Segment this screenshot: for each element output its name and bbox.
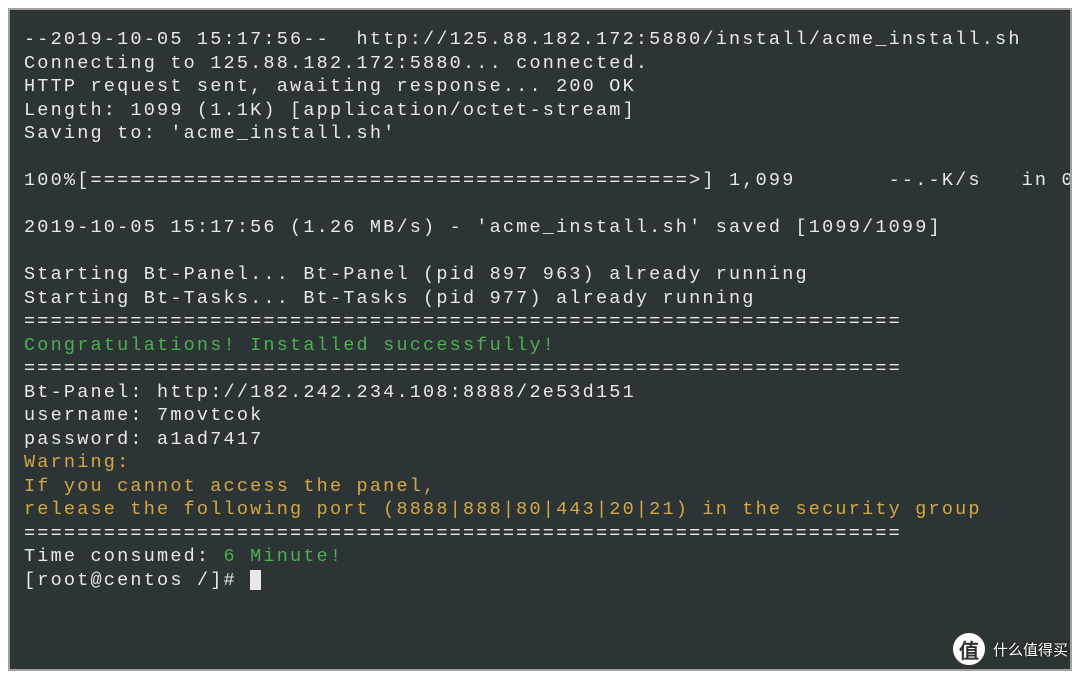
terminal-output: --2019-10-05 15:17:56-- http://125.88.18…	[24, 28, 1056, 545]
time-consumed-line: Time consumed: 6 Minute!	[24, 545, 1056, 569]
terminal-window[interactable]: --2019-10-05 15:17:56-- http://125.88.18…	[8, 8, 1072, 671]
terminal-line: HTTP request sent, awaiting response... …	[24, 75, 1056, 99]
terminal-line: Bt-Panel: http://182.242.234.108:8888/2e…	[24, 381, 1056, 405]
terminal-line: Starting Bt-Panel... Bt-Panel (pid 897 9…	[24, 263, 1056, 287]
terminal-line: ========================================…	[24, 357, 1056, 381]
terminal-line	[24, 193, 1056, 217]
terminal-line	[24, 146, 1056, 170]
terminal-line: ========================================…	[24, 522, 1056, 546]
time-consumed-label: Time consumed:	[24, 546, 224, 567]
shell-prompt[interactable]: [root@centos /]#	[24, 569, 1056, 593]
terminal-line: Length: 1099 (1.1K) [application/octet-s…	[24, 99, 1056, 123]
terminal-line: 100%[===================================…	[24, 169, 1056, 193]
terminal-line: If you cannot access the panel,	[24, 475, 1056, 499]
terminal-line	[24, 240, 1056, 264]
watermark: 值 什么值得买	[951, 631, 1068, 667]
terminal-line: Starting Bt-Tasks... Bt-Tasks (pid 977) …	[24, 287, 1056, 311]
watermark-text: 什么值得买	[993, 639, 1068, 660]
time-consumed-value: 6 Minute!	[224, 546, 344, 567]
watermark-logo-icon: 值	[951, 631, 987, 667]
prompt-text: [root@centos /]#	[24, 570, 250, 591]
terminal-line: --2019-10-05 15:17:56-- http://125.88.18…	[24, 28, 1056, 52]
terminal-line: 2019-10-05 15:17:56 (1.26 MB/s) - 'acme_…	[24, 216, 1056, 240]
terminal-line: Congratulations! Installed successfully!	[24, 334, 1056, 358]
terminal-line: password: a1ad7417	[24, 428, 1056, 452]
terminal-line: release the following port (8888|888|80|…	[24, 498, 1056, 522]
terminal-line: Saving to: 'acme_install.sh'	[24, 122, 1056, 146]
terminal-line: Connecting to 125.88.182.172:5880... con…	[24, 52, 1056, 76]
terminal-line: username: 7movtcok	[24, 404, 1056, 428]
terminal-line: ========================================…	[24, 310, 1056, 334]
terminal-line: Warning:	[24, 451, 1056, 475]
cursor-icon	[250, 570, 261, 590]
